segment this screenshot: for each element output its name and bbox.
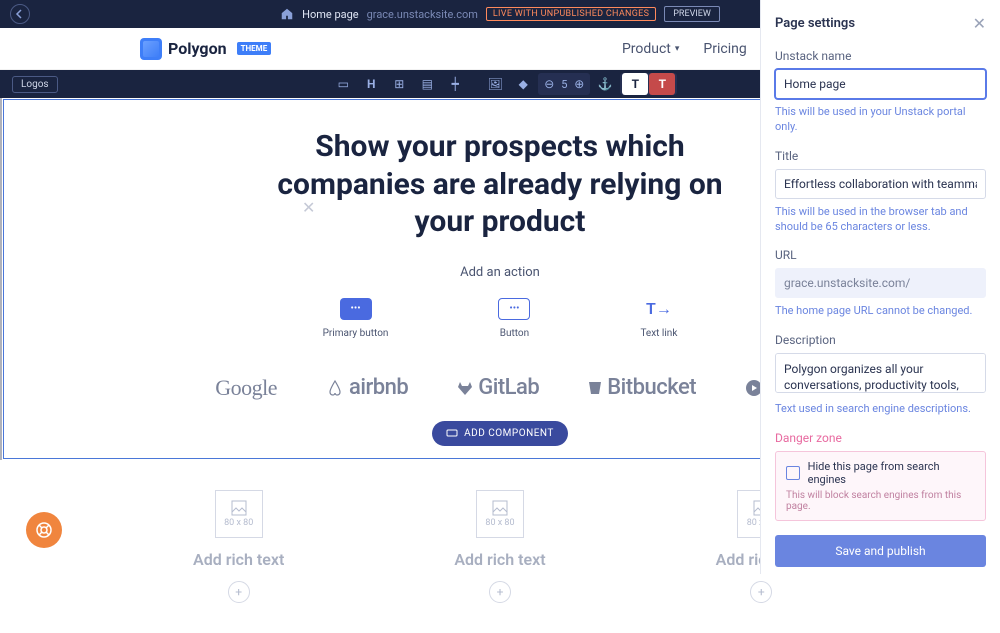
lifebuoy-icon: [35, 521, 53, 539]
save-publish-button[interactable]: Save and publish: [775, 535, 986, 567]
title-input[interactable]: [775, 169, 986, 199]
name-help: This will be used in your Unstack portal…: [775, 105, 986, 135]
component-icon: [446, 428, 458, 438]
image-placeholder[interactable]: 80 x 80: [476, 490, 524, 538]
close-panel-icon[interactable]: ✕: [973, 14, 986, 33]
primary-button-icon: •••: [340, 298, 372, 320]
desc-help: Text used in search engine descriptions.: [775, 402, 986, 417]
action-label: Text link: [640, 328, 677, 339]
desc-input[interactable]: [775, 353, 986, 393]
add-icon[interactable]: +: [489, 581, 511, 603]
url-help: The home page URL cannot be changed.: [775, 304, 986, 319]
hide-help: This will block search engines from this…: [786, 490, 975, 512]
airbnb-icon: [325, 378, 345, 398]
tool-anchor-icon[interactable]: ⚓: [592, 73, 618, 95]
desc-label: Description: [775, 333, 986, 347]
chevron-down-icon: ▾: [675, 44, 680, 54]
url-label: URL: [775, 248, 986, 262]
image-icon: [492, 500, 508, 516]
tool-grid-icon[interactable]: ⊞: [386, 73, 412, 95]
card-item[interactable]: 80 x 80 Add rich text +: [193, 490, 284, 603]
tool-image-icon[interactable]: ▭: [330, 73, 356, 95]
panel-title: Page settings: [775, 16, 855, 31]
tool-columns-icon[interactable]: ⊖: [540, 73, 558, 95]
title-label: Title: [775, 149, 986, 163]
name-label: Unstack name: [775, 49, 986, 63]
theme-tag: THEME: [237, 42, 272, 55]
hide-checkbox[interactable]: [786, 466, 800, 480]
nav-product[interactable]: Product▾: [622, 41, 679, 57]
rich-text-label[interactable]: Add rich text: [454, 550, 545, 569]
rich-text-label[interactable]: Add rich text: [193, 550, 284, 569]
title-help: This will be used in the browser tab and…: [775, 205, 986, 235]
image-placeholder[interactable]: 80 x 80: [215, 490, 263, 538]
logo-airbnb[interactable]: airbnb: [325, 375, 408, 400]
danger-box: Hide this page from search engines This …: [775, 451, 986, 521]
hero-heading[interactable]: Show your prospects which companies are …: [250, 128, 750, 241]
brand-name: Polygon: [168, 39, 227, 58]
card-item[interactable]: 80 x 80 Add rich text +: [454, 490, 545, 603]
danger-title: Danger zone: [775, 431, 986, 445]
section-chip[interactable]: Logos: [12, 76, 58, 93]
action-primary-button[interactable]: ••• Primary button: [323, 298, 389, 339]
brand-logo[interactable]: Polygon THEME: [140, 38, 271, 60]
home-icon: [280, 7, 294, 21]
action-text-link[interactable]: T→ Text link: [640, 298, 677, 339]
action-label: Primary button: [323, 328, 389, 339]
url-input: [775, 268, 986, 298]
action-button[interactable]: ••• Button: [498, 298, 530, 339]
page-settings-panel: Page settings ✕ Unstack name This will b…: [760, 0, 1000, 574]
add-icon[interactable]: +: [750, 581, 772, 603]
tool-text-style-icon[interactable]: T: [649, 73, 675, 95]
tool-columns-add-icon[interactable]: ⊕: [570, 73, 588, 95]
preview-button[interactable]: PREVIEW: [664, 6, 720, 22]
nav-pricing[interactable]: Pricing: [703, 41, 746, 57]
column-count: 5: [559, 73, 569, 95]
tool-media-icon[interactable]: 🖼: [482, 73, 508, 95]
logo-google[interactable]: Google: [215, 375, 277, 401]
status-badge: LIVE WITH UNPUBLISHED CHANGES: [486, 7, 656, 21]
help-fab[interactable]: [26, 512, 62, 548]
tool-layout-icon[interactable]: ▤: [414, 73, 440, 95]
tool-heading-icon[interactable]: H: [358, 73, 384, 95]
tool-bg-icon[interactable]: ◆: [510, 73, 536, 95]
page-domain: grace.unstacksite.com: [367, 8, 478, 21]
gitlab-icon: [456, 379, 474, 397]
action-label: Button: [500, 328, 529, 339]
image-icon: [231, 500, 247, 516]
text-link-icon: T→: [643, 298, 675, 320]
logo-cube-icon: [140, 38, 162, 60]
back-button[interactable]: [10, 4, 30, 24]
tool-text-t-icon[interactable]: T: [622, 73, 648, 95]
name-input[interactable]: [775, 69, 986, 99]
tool-align-icon[interactable]: ┿: [442, 73, 468, 95]
button-icon: •••: [498, 298, 530, 320]
page-name: Home page: [302, 8, 359, 21]
close-icon[interactable]: ✕: [302, 198, 315, 217]
logo-bitbucket[interactable]: Bitbucket: [587, 375, 696, 400]
hide-label: Hide this page from search engines: [808, 460, 975, 486]
logo-gitlab[interactable]: GitLab: [456, 375, 539, 400]
add-icon[interactable]: +: [228, 581, 250, 603]
add-component-button[interactable]: ADD COMPONENT: [432, 421, 568, 446]
bitbucket-icon: [587, 380, 603, 396]
